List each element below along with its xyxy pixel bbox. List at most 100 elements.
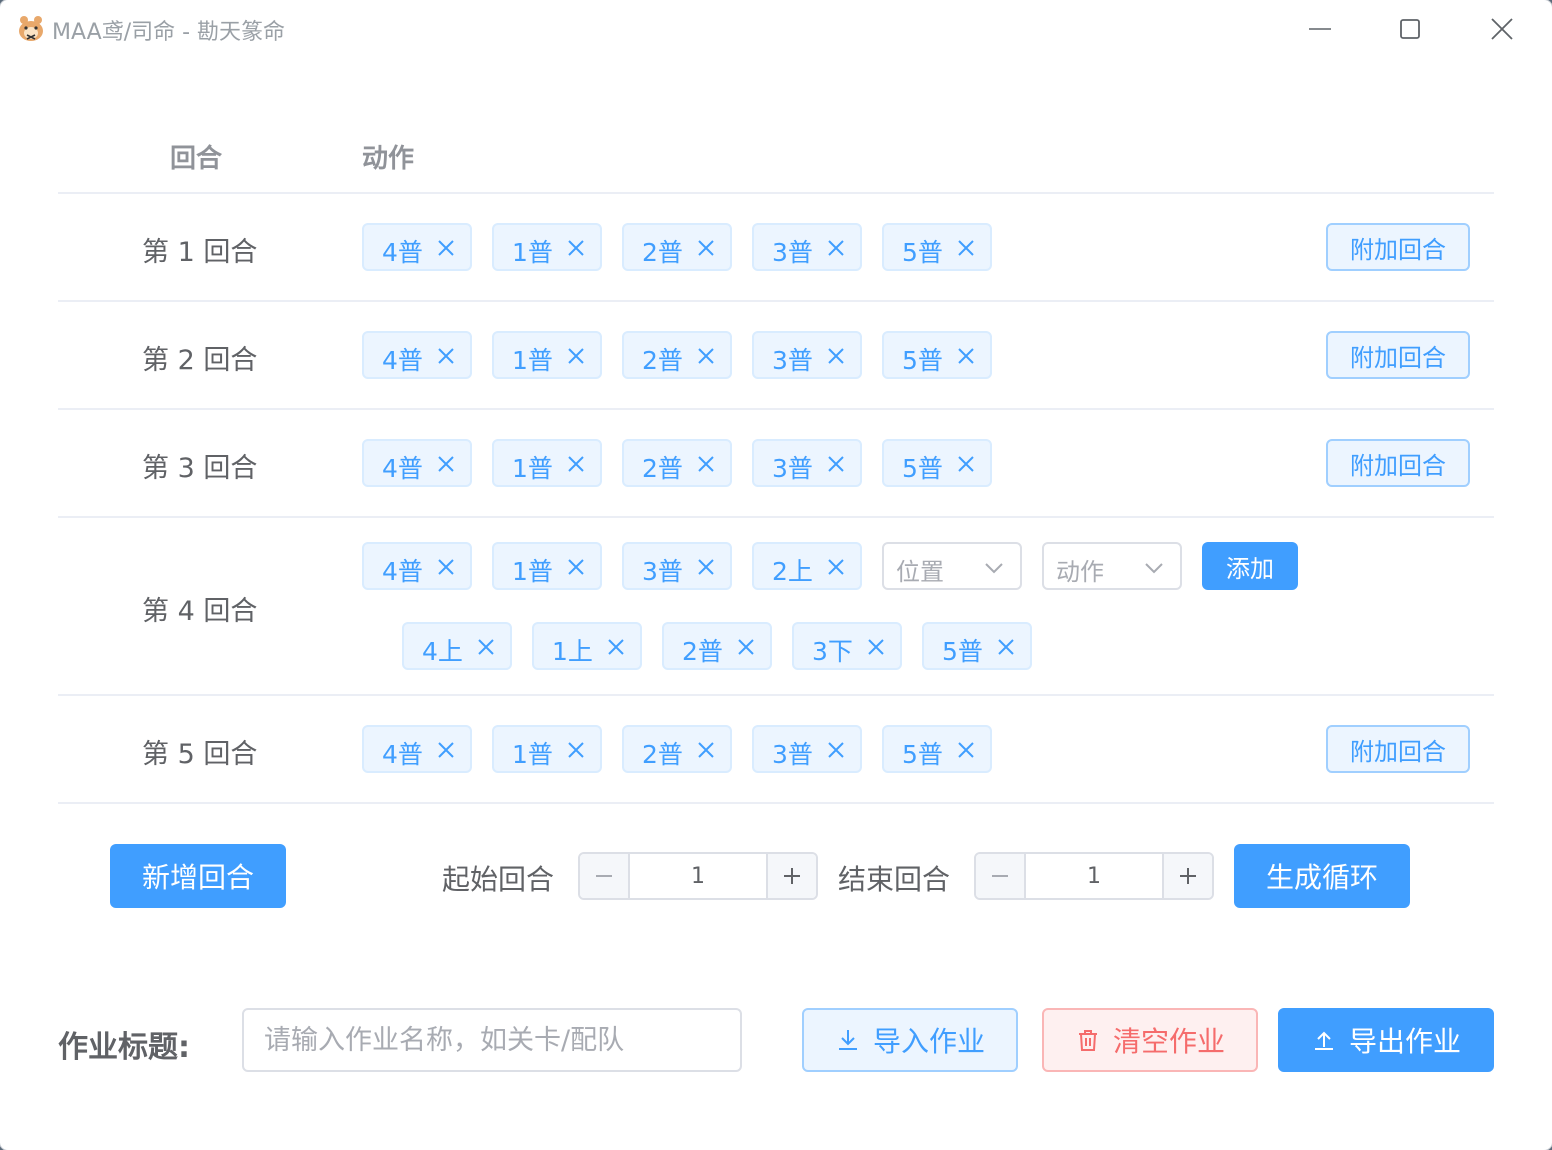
close-icon[interactable]	[696, 557, 716, 577]
end-round-decrement[interactable]	[976, 854, 1026, 898]
minimize-icon	[1309, 28, 1331, 30]
action-tag: 5普	[882, 223, 992, 271]
action-tag: 4普	[362, 331, 472, 379]
close-icon[interactable]	[956, 346, 976, 366]
close-icon[interactable]	[696, 238, 716, 258]
start-round-stepper: 1	[578, 852, 818, 900]
close-icon[interactable]	[476, 637, 496, 657]
minimize-button[interactable]	[1300, 10, 1340, 50]
action-tag: 2普	[622, 725, 732, 773]
close-icon[interactable]	[436, 346, 456, 366]
maximize-icon	[1400, 19, 1420, 39]
generate-loop-button[interactable]: 生成循环	[1234, 844, 1410, 908]
action-tag: 2普	[622, 439, 732, 487]
table-row: 第 4 回合 4普 1普 3普 2上 位置 动作 添加 4上 1上 2普 3下 …	[58, 518, 1494, 696]
position-select-placeholder: 位置	[896, 558, 944, 586]
action-tag: 2普	[662, 622, 772, 670]
header-round: 回合	[170, 144, 223, 174]
round-label: 第 1 回合	[142, 237, 258, 268]
end-round-increment[interactable]	[1162, 854, 1212, 898]
action-select[interactable]: 动作	[1042, 542, 1182, 590]
clear-task-label: 清空作业	[1112, 1025, 1225, 1058]
close-icon[interactable]	[696, 740, 716, 760]
chevron-down-icon	[1145, 563, 1163, 574]
append-round-button[interactable]: 附加回合	[1326, 725, 1470, 773]
action-tag: 5普	[882, 725, 992, 773]
append-round-button[interactable]: 附加回合	[1326, 331, 1470, 379]
close-icon[interactable]	[826, 238, 846, 258]
close-icon[interactable]	[696, 346, 716, 366]
hamster-app-icon	[19, 16, 43, 41]
close-icon[interactable]	[566, 238, 586, 258]
end-round-label: 结束回合	[838, 863, 951, 896]
close-icon[interactable]	[956, 238, 976, 258]
task-title-field[interactable]	[242, 1008, 742, 1072]
close-icon[interactable]	[826, 557, 846, 577]
end-round-value[interactable]: 1	[1026, 854, 1162, 898]
close-icon[interactable]	[826, 346, 846, 366]
start-round-label: 起始回合	[442, 863, 555, 896]
action-tag: 1普	[492, 725, 602, 773]
close-icon[interactable]	[736, 637, 756, 657]
table-row: 第 3 回合 4普 1普 2普 3普 5普 附加回合	[58, 410, 1494, 518]
table-row: 第 1 回合 4普 1普 2普 3普 5普 附加回合	[58, 194, 1494, 302]
end-round-stepper: 1	[974, 852, 1214, 900]
action-tag: 3普	[752, 331, 862, 379]
start-round-value[interactable]: 1	[630, 854, 766, 898]
close-window-button[interactable]	[1482, 10, 1522, 50]
close-icon[interactable]	[956, 454, 976, 474]
action-tag: 1上	[532, 622, 642, 670]
action-tag: 5普	[882, 439, 992, 487]
plus-icon	[1180, 868, 1196, 884]
append-round-button[interactable]: 附加回合	[1326, 223, 1470, 271]
add-action-button[interactable]: 添加	[1202, 542, 1298, 590]
round-label: 第 2 回合	[142, 345, 258, 376]
maximize-button[interactable]	[1390, 10, 1430, 50]
close-icon[interactable]	[566, 557, 586, 577]
close-icon[interactable]	[826, 740, 846, 760]
action-tag: 2普	[622, 223, 732, 271]
close-icon[interactable]	[566, 454, 586, 474]
clear-task-button[interactable]: 清空作业	[1042, 1008, 1258, 1072]
export-task-label: 导出作业	[1348, 1025, 1461, 1058]
close-icon[interactable]	[436, 454, 456, 474]
append-round-button[interactable]: 附加回合	[1326, 439, 1470, 487]
action-tag: 3普	[752, 725, 862, 773]
import-task-button[interactable]: 导入作业	[802, 1008, 1018, 1072]
action-tag: 3普	[752, 439, 862, 487]
close-icon[interactable]	[436, 238, 456, 258]
action-tag: 3普	[622, 542, 732, 590]
export-task-button[interactable]: 导出作业	[1278, 1008, 1494, 1072]
position-select[interactable]: 位置	[882, 542, 1022, 590]
new-round-button[interactable]: 新增回合	[110, 844, 286, 908]
action-tag: 1普	[492, 439, 602, 487]
task-title-input[interactable]	[244, 1010, 740, 1070]
round-label: 第 4 回合	[142, 596, 258, 627]
round-label: 第 3 回合	[142, 453, 258, 484]
window-title: MAA鸢/司命 - 勘天篆命	[52, 20, 286, 45]
action-tag: 4普	[362, 542, 472, 590]
action-tag: 4上	[402, 622, 512, 670]
close-icon[interactable]	[566, 346, 586, 366]
action-tag: 3下	[792, 622, 902, 670]
close-icon[interactable]	[956, 740, 976, 760]
close-icon[interactable]	[826, 454, 846, 474]
minus-icon	[596, 875, 612, 877]
start-round-decrement[interactable]	[580, 854, 630, 898]
close-icon[interactable]	[996, 637, 1016, 657]
close-icon[interactable]	[436, 740, 456, 760]
action-tag: 4普	[362, 725, 472, 773]
minus-icon	[992, 875, 1008, 877]
close-icon[interactable]	[606, 637, 626, 657]
close-icon[interactable]	[866, 637, 886, 657]
close-icon[interactable]	[436, 557, 456, 577]
action-tag: 5普	[922, 622, 1032, 670]
download-icon	[838, 1030, 857, 1050]
close-icon[interactable]	[696, 454, 716, 474]
start-round-increment[interactable]	[766, 854, 816, 898]
title-bar[interactable]: MAA鸢/司命 - 勘天篆命	[0, 0, 1552, 60]
action-tag: 4普	[362, 439, 472, 487]
action-tag: 4普	[362, 223, 472, 271]
close-icon[interactable]	[566, 740, 586, 760]
action-tag: 5普	[882, 331, 992, 379]
